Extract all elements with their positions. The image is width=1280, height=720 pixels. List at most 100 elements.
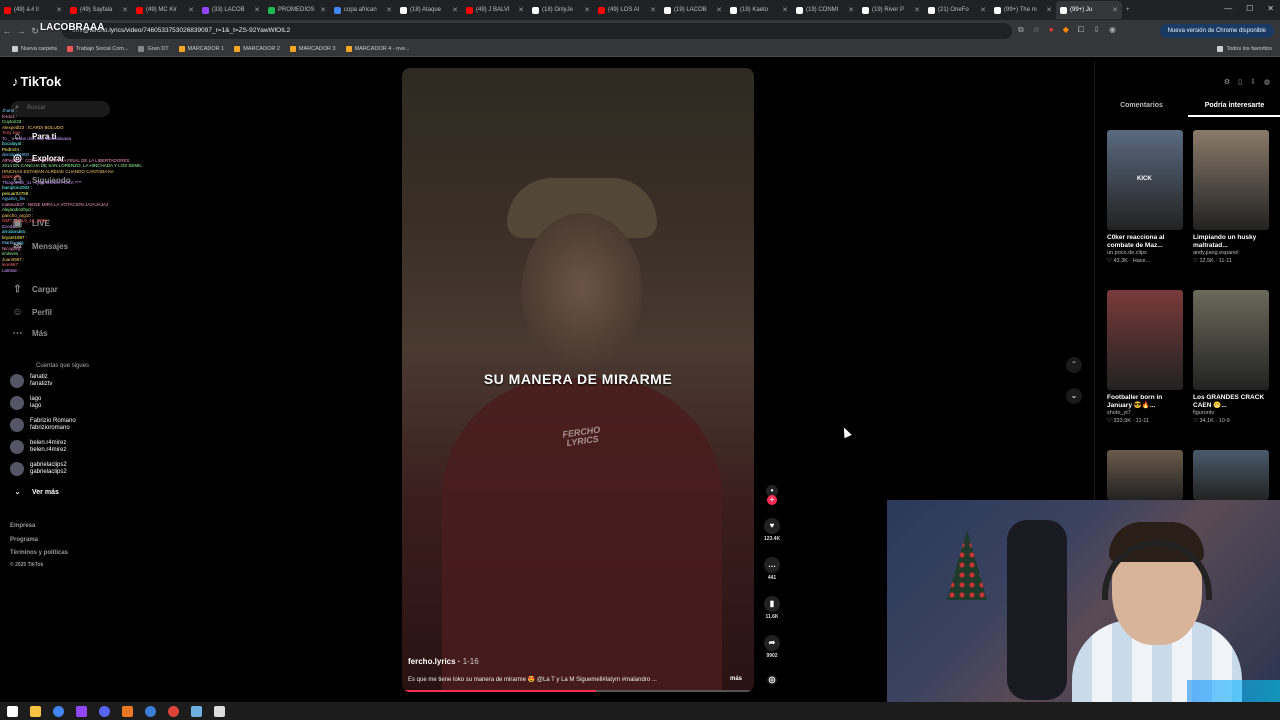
tiktok-logo[interactable]: ♪ TikTok bbox=[12, 74, 61, 89]
extension-red-icon[interactable]: ● bbox=[1049, 25, 1054, 35]
device-icon[interactable]: ▯ bbox=[1238, 78, 1242, 86]
new-tab-icon[interactable]: + bbox=[1122, 1, 1138, 19]
recommended-video-card[interactable] bbox=[1107, 450, 1183, 500]
discord-icon[interactable] bbox=[99, 705, 110, 717]
recommended-video-card[interactable]: Los GRANDES CRACK CAEN 😬... figurontv ♡ 34… bbox=[1193, 290, 1269, 425]
browser-tab[interactable]: (49) Sayfala ✕ bbox=[66, 1, 132, 19]
browser-tab[interactable]: (49) MC Kir ✕ bbox=[132, 1, 198, 19]
chrome-icon[interactable] bbox=[53, 705, 64, 717]
close-tab-icon[interactable]: ✕ bbox=[650, 6, 656, 14]
obs-icon[interactable] bbox=[122, 705, 133, 717]
close-tab-icon[interactable]: ✕ bbox=[848, 6, 854, 14]
browser-tab[interactable]: (49) LOS AI ✕ bbox=[594, 1, 660, 19]
browser-tab[interactable]: (19) River P ✕ bbox=[858, 1, 924, 19]
recommended-video-card[interactable] bbox=[1193, 450, 1269, 500]
close-tab-icon[interactable]: ✕ bbox=[980, 6, 986, 14]
close-tab-icon[interactable]: ✕ bbox=[188, 6, 194, 14]
close-tab-icon[interactable]: ✕ bbox=[254, 6, 260, 14]
video-thumbnail[interactable] bbox=[1193, 290, 1269, 390]
footer-link[interactable]: Términos y políticas bbox=[10, 547, 68, 561]
creator-avatar[interactable]: • + bbox=[760, 485, 784, 505]
footer-link[interactable]: Programa bbox=[10, 534, 68, 548]
browser-tab[interactable]: (18) OnlyJe ✕ bbox=[528, 1, 594, 19]
file-explorer-icon[interactable] bbox=[30, 705, 41, 717]
browser-tab[interactable]: copa african ✕ bbox=[330, 1, 396, 19]
more-button[interactable]: más bbox=[730, 676, 742, 682]
browser-tab[interactable]: (21) OneFo ✕ bbox=[924, 1, 990, 19]
recommended-video-card[interactable]: Footballer born in January 😎🔥... shoto_yt… bbox=[1107, 290, 1183, 425]
close-tab-icon[interactable]: ✕ bbox=[914, 6, 920, 14]
app-lightblue-icon[interactable] bbox=[191, 705, 202, 717]
video-progress-bar[interactable] bbox=[402, 690, 754, 692]
browser-tab[interactable]: (19) CONMI ✕ bbox=[792, 1, 858, 19]
browser-tab[interactable]: PROMEDIOS ✕ bbox=[264, 1, 330, 19]
close-tab-icon[interactable]: ✕ bbox=[518, 6, 524, 14]
minimize-icon[interactable]: — bbox=[1224, 4, 1232, 13]
all-bookmarks-button[interactable]: Todos los favoritos bbox=[1217, 46, 1272, 52]
save-button[interactable]: ▮ 11.6K bbox=[760, 596, 784, 620]
comment-button[interactable]: … 441 bbox=[760, 557, 784, 581]
maximize-icon[interactable]: ☐ bbox=[1246, 4, 1253, 13]
card-author[interactable]: un.poco.de.clips bbox=[1107, 250, 1183, 257]
follow-plus-icon[interactable]: + bbox=[767, 495, 777, 505]
sound-disc[interactable]: ◎ bbox=[760, 675, 784, 687]
bookmark-item[interactable]: Gran DT bbox=[138, 46, 169, 52]
following-item[interactable]: lago lago bbox=[10, 396, 41, 410]
app-red-icon[interactable] bbox=[168, 705, 179, 717]
video-thumbnail[interactable]: KICK bbox=[1107, 130, 1183, 230]
close-tab-icon[interactable]: ✕ bbox=[386, 6, 392, 14]
following-item[interactable]: fanatiz fanatiztv bbox=[10, 374, 52, 388]
close-tab-icon[interactable]: ✕ bbox=[1046, 6, 1052, 14]
browser-tab[interactable]: (19) LACOB ✕ bbox=[660, 1, 726, 19]
extension-orange-icon[interactable]: ◆ bbox=[1063, 25, 1069, 35]
bookmark-item[interactable]: MARCADOR 3 bbox=[289, 46, 336, 52]
scroll-down-button[interactable]: ⌄ bbox=[1066, 388, 1082, 404]
close-window-icon[interactable]: ✕ bbox=[1267, 4, 1274, 13]
close-tab-icon[interactable]: ✕ bbox=[584, 6, 590, 14]
following-item[interactable]: gabrielaclips2 gabrielaclips2 bbox=[10, 462, 67, 476]
download-icon[interactable]: ⇩ bbox=[1250, 78, 1256, 86]
video-thumbnail[interactable] bbox=[1107, 290, 1183, 390]
close-tab-icon[interactable]: ✕ bbox=[320, 6, 326, 14]
browser-tab[interactable]: (49) J BALVI ✕ bbox=[462, 1, 528, 19]
close-tab-icon[interactable]: ✕ bbox=[56, 6, 62, 14]
browser-tab[interactable]: (49) á ∂ lí ✕ bbox=[0, 1, 66, 19]
profile-icon[interactable]: ◉ bbox=[1109, 25, 1116, 35]
bookmark-item[interactable]: Nueva carpeta bbox=[12, 46, 57, 52]
card-author[interactable]: andy.jiang.espanol bbox=[1193, 250, 1269, 257]
tab-comments[interactable]: Comentarios bbox=[1095, 102, 1188, 117]
share-button[interactable]: ➦ 9902 bbox=[760, 635, 784, 659]
close-tab-icon[interactable]: ✕ bbox=[782, 6, 788, 14]
downloads-icon[interactable]: ⇩ bbox=[1093, 25, 1100, 35]
settings-icon[interactable]: ⚙ bbox=[1224, 78, 1230, 86]
close-tab-icon[interactable]: ✕ bbox=[122, 6, 128, 14]
following-item[interactable]: Fabrizio Romano fabrizioromano bbox=[10, 418, 76, 432]
video-player[interactable]: SU MANERA DE MIRARME FERCHO LYRICS ferch… bbox=[402, 68, 754, 692]
bookmark-item[interactable]: MARCADOR 1 bbox=[178, 46, 224, 52]
user-avatar-icon[interactable]: ◍ bbox=[1264, 78, 1270, 86]
bookmark-item[interactable]: Trabajo Social Com... bbox=[66, 46, 128, 52]
see-more-button[interactable]: ⌄ Ver más bbox=[12, 488, 59, 497]
browser-tab[interactable]: (33) LACOB ✕ bbox=[198, 1, 264, 19]
url-input[interactable]: om/@fercho.lyrics/video/7460533753026839… bbox=[62, 23, 1012, 39]
puzzle-icon[interactable]: ⧠ bbox=[1078, 25, 1084, 35]
browser-tab[interactable]: (99+) Ju ✕ bbox=[1056, 1, 1122, 19]
chrome-update-button[interactable]: Nueva versión de Chrome disponible bbox=[1159, 24, 1274, 38]
bookmark-item[interactable]: MARCADOR 4 - ove... bbox=[345, 46, 410, 52]
footer-link[interactable]: Empresa bbox=[10, 520, 68, 534]
app-blue-icon[interactable] bbox=[145, 705, 156, 717]
like-button[interactable]: ♥ 123.4K bbox=[760, 518, 784, 542]
close-tab-icon[interactable]: ✕ bbox=[452, 6, 458, 14]
scroll-up-button[interactable]: ⌃ bbox=[1066, 357, 1082, 373]
bookmark-item[interactable]: MARCADOR 2 bbox=[234, 46, 280, 52]
back-icon[interactable]: ← bbox=[0, 26, 14, 36]
browser-tab[interactable]: (99+) The m ✕ bbox=[990, 1, 1056, 19]
tab-recommended[interactable]: Podría interesarte bbox=[1188, 102, 1280, 117]
video-author[interactable]: fercho.lyrics · 1-16 bbox=[408, 657, 479, 666]
twitch-icon[interactable] bbox=[76, 705, 87, 717]
close-tab-icon[interactable]: ✕ bbox=[1112, 6, 1118, 14]
video-thumbnail[interactable] bbox=[1193, 450, 1269, 500]
video-thumbnail[interactable] bbox=[1107, 450, 1183, 500]
video-thumbnail[interactable] bbox=[1193, 130, 1269, 230]
card-author[interactable]: figurontv bbox=[1193, 410, 1269, 417]
